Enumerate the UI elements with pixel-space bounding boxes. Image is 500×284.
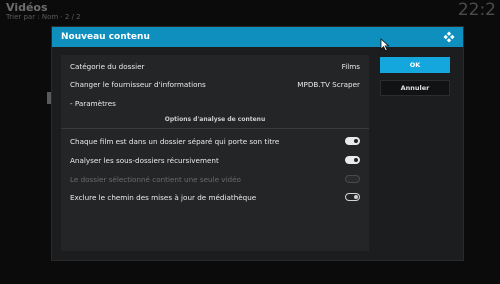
setting-label-scraper: Changer le fournisseur d'informations — [70, 79, 206, 89]
toggle-single-video — [345, 175, 360, 183]
setting-value-scraper: MPDB.TV Scraper — [297, 79, 360, 89]
dialog-title: Nouveau contenu — [61, 32, 150, 42]
option-label-exclude-path: Exclure le chemin des mises à jour de mé… — [70, 192, 257, 202]
divider — [61, 128, 369, 129]
option-row-separate-folders[interactable]: Chaque film est dans un dossier séparé q… — [61, 132, 369, 150]
setting-row-category[interactable]: Catégorie du dossier Films — [61, 57, 369, 75]
settings-panel: Catégorie du dossier Films Changer le fo… — [61, 55, 369, 251]
option-row-single-video: Le dossier sélectionné contient une seul… — [61, 170, 369, 188]
background-clock: 22:2 — [457, 0, 496, 20]
toggle-exclude-path[interactable] — [345, 193, 360, 201]
setting-row-scraper[interactable]: Changer le fournisseur d'informations MP… — [61, 75, 369, 93]
option-row-recursive[interactable]: Analyser les sous-dossiers récursivement — [61, 151, 369, 169]
background-subtitle: Trier par : Nom · 2 / 2 — [6, 13, 81, 21]
scan-options-header: Options d'analyse de contenu — [164, 116, 266, 123]
option-label-separate-folders: Chaque film est dans un dossier séparé q… — [70, 136, 280, 146]
new-content-dialog: Nouveau contenu Catégorie du dossier Fil… — [51, 26, 464, 261]
kodi-logo-icon — [443, 31, 455, 43]
ok-button[interactable]: OK — [380, 57, 450, 73]
toggle-separate-folders[interactable] — [345, 137, 360, 145]
mouse-cursor-icon — [380, 38, 390, 52]
option-label-single-video: Le dossier sélectionné contient une seul… — [70, 174, 241, 184]
setting-label-parameters: - Paramètres — [70, 98, 116, 108]
cancel-button[interactable]: Annuler — [380, 80, 450, 96]
setting-row-parameters[interactable]: - Paramètres — [61, 94, 369, 112]
setting-label-category: Catégorie du dossier — [70, 61, 145, 71]
setting-value-category: Films — [341, 61, 360, 71]
toggle-recursive[interactable] — [345, 156, 360, 164]
dialog-header: Nouveau contenu — [52, 27, 463, 47]
option-label-recursive: Analyser les sous-dossiers récursivement — [70, 155, 219, 165]
option-row-exclude-path[interactable]: Exclure le chemin des mises à jour de mé… — [61, 188, 369, 206]
